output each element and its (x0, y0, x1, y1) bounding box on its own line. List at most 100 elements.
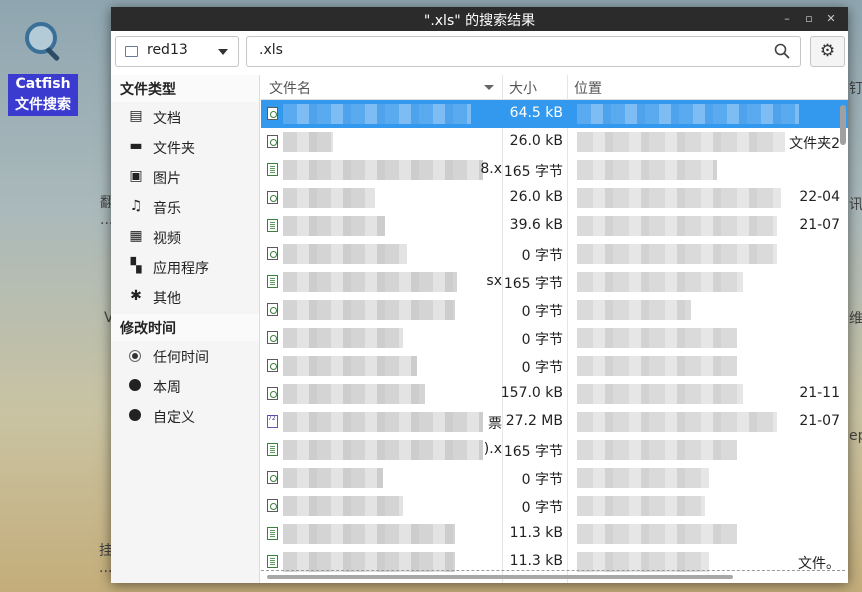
search-input[interactable]: .xls (246, 36, 801, 67)
file-name-redacted (283, 272, 457, 292)
vertical-scrollbar[interactable] (840, 105, 846, 145)
filetype-item[interactable]: ✱ 其他 (111, 282, 259, 312)
catfish-desktop-label: Catfish 文件搜索 (8, 74, 78, 116)
radio-icon (129, 350, 141, 362)
table-row[interactable]: 26.0 kB 文件夹2 (261, 128, 848, 156)
file-location-redacted (577, 552, 709, 572)
magnifier-icon (21, 18, 65, 64)
file-name-redacted (283, 384, 425, 404)
column-header-name[interactable]: 文件名 (269, 78, 311, 98)
titlebar[interactable]: ".xls" 的搜索结果 – ▫ ✕ (111, 7, 848, 31)
location-dropdown[interactable]: red13 (115, 36, 239, 67)
file-location-redacted (577, 188, 781, 208)
search-icon[interactable] (774, 43, 790, 59)
gear-icon: ⚙ (819, 41, 836, 61)
table-row[interactable]: 39.6 kB 21-07 (261, 212, 848, 240)
archive-icon (267, 415, 278, 428)
table-row[interactable]: 0 字节 (261, 324, 848, 352)
file-size: 165 字节 (503, 164, 563, 180)
table-header: 文件名 大小 位置 (261, 75, 848, 100)
table-row[interactable]: 64.5 kB (261, 100, 848, 128)
table-row[interactable]: ).x 165 字节 (261, 436, 848, 464)
file-location-redacted (577, 300, 691, 320)
modified-label: 任何时间 (153, 350, 209, 366)
spreadsheet-icon (267, 135, 278, 148)
file-location-redacted (577, 468, 709, 488)
file-location-redacted (577, 384, 743, 404)
file-location-tail: 文件夹2 (789, 136, 840, 152)
horizontal-scrollbar[interactable] (267, 575, 733, 579)
filetype-label: 图片 (153, 171, 181, 187)
file-size: 0 字节 (521, 304, 563, 320)
file-size: 11.3 kB (509, 525, 563, 541)
filetype-label: 音乐 (153, 201, 181, 217)
modified-option[interactable]: 本周 (111, 371, 259, 401)
spreadsheet-icon (267, 107, 278, 120)
modified-option[interactable]: 自定义 (111, 401, 259, 431)
file-name-redacted (283, 160, 483, 180)
filetype-item[interactable]: ▤ 文档 (111, 102, 259, 132)
desktop-bg-text: 维 (849, 311, 862, 327)
table-row[interactable]: 11.3 kB 文件。 (261, 548, 848, 576)
filetype-item[interactable]: ▣ 图片 (111, 162, 259, 192)
filetype-label: 视频 (153, 231, 181, 247)
window-title: ".xls" 的搜索结果 (423, 13, 536, 29)
table-row[interactable]: 0 字节 (261, 352, 848, 380)
filetype-item[interactable]: ▦ 视频 (111, 222, 259, 252)
file-size: 64.5 kB (509, 105, 563, 121)
spreadsheet-icon (267, 191, 278, 204)
file-size: 27.2 MB (505, 413, 563, 429)
filter-sidebar: 文件类型 ▤ 文档 ▬ 文件夹 ▣ 图片 ♫ 音乐 ▦ 视频 ▚ 应用程序 ✱ 其他 修改时间 任何时间本… (111, 75, 260, 583)
modified-option[interactable]: 任何时间 (111, 341, 259, 371)
file-location-tail: 21-07 (799, 217, 840, 233)
table-row[interactable]: 0 字节 (261, 492, 848, 520)
modified-label: 本周 (153, 380, 181, 396)
spreadsheet-icon (267, 275, 278, 288)
table-row[interactable]: 票27.2 MB 21-07 (261, 408, 848, 436)
toolbar: red13 .xls ⚙ (111, 31, 848, 75)
file-name-redacted (283, 468, 383, 488)
filetype-item[interactable]: ▬ 文件夹 (111, 132, 259, 162)
file-size: 0 字节 (521, 500, 563, 516)
spreadsheet-icon (267, 247, 278, 260)
filetype-item[interactable]: ♫ 音乐 (111, 192, 259, 222)
file-size: 165 字节 (503, 276, 563, 292)
spreadsheet-icon (267, 443, 278, 456)
file-name-redacted (283, 524, 455, 544)
table-row[interactable]: 0 字节 (261, 296, 848, 324)
filetype-item[interactable]: ▚ 应用程序 (111, 252, 259, 282)
file-location-redacted (577, 216, 777, 236)
file-name-redacted (283, 188, 375, 208)
table-row[interactable]: 26.0 kB 22-04 (261, 184, 848, 212)
minimize-button[interactable]: – (776, 11, 798, 27)
table-row[interactable]: 8.x 165 字节 (261, 156, 848, 184)
table-row[interactable]: 11.3 kB (261, 520, 848, 548)
spreadsheet-icon (267, 499, 278, 512)
table-row[interactable]: 0 字节 (261, 464, 848, 492)
file-size: 165 字节 (503, 444, 563, 460)
spreadsheet-icon (267, 331, 278, 344)
spreadsheet-icon (267, 219, 278, 232)
file-name-redacted (283, 496, 403, 516)
catfish-desktop-icon[interactable]: Catfish 文件搜索 (6, 18, 80, 116)
desktop-bg-text: ep (849, 428, 862, 444)
file-name-redacted (283, 412, 483, 432)
spreadsheet-icon (267, 555, 278, 568)
column-header-location[interactable]: 位置 (574, 78, 602, 98)
video-icon: ▦ (129, 228, 143, 244)
table-row[interactable]: 0 字节 (261, 240, 848, 268)
table-row[interactable]: 157.0 kB 21-11 (261, 380, 848, 408)
file-name-redacted (283, 300, 455, 320)
search-query: .xls (259, 42, 283, 58)
file-location-redacted (577, 244, 777, 264)
restore-button[interactable]: ▫ (798, 11, 820, 27)
file-location-redacted (577, 412, 777, 432)
table-row[interactable]: sx 165 字节 (261, 268, 848, 296)
file-name-redacted (283, 216, 385, 236)
settings-button[interactable]: ⚙ (810, 36, 845, 67)
clock-icon (129, 379, 141, 391)
filetype-label: 应用程序 (153, 261, 209, 277)
column-header-size[interactable]: 大小 (509, 78, 537, 98)
file-size: 26.0 kB (509, 189, 563, 205)
close-button[interactable]: ✕ (820, 11, 842, 27)
